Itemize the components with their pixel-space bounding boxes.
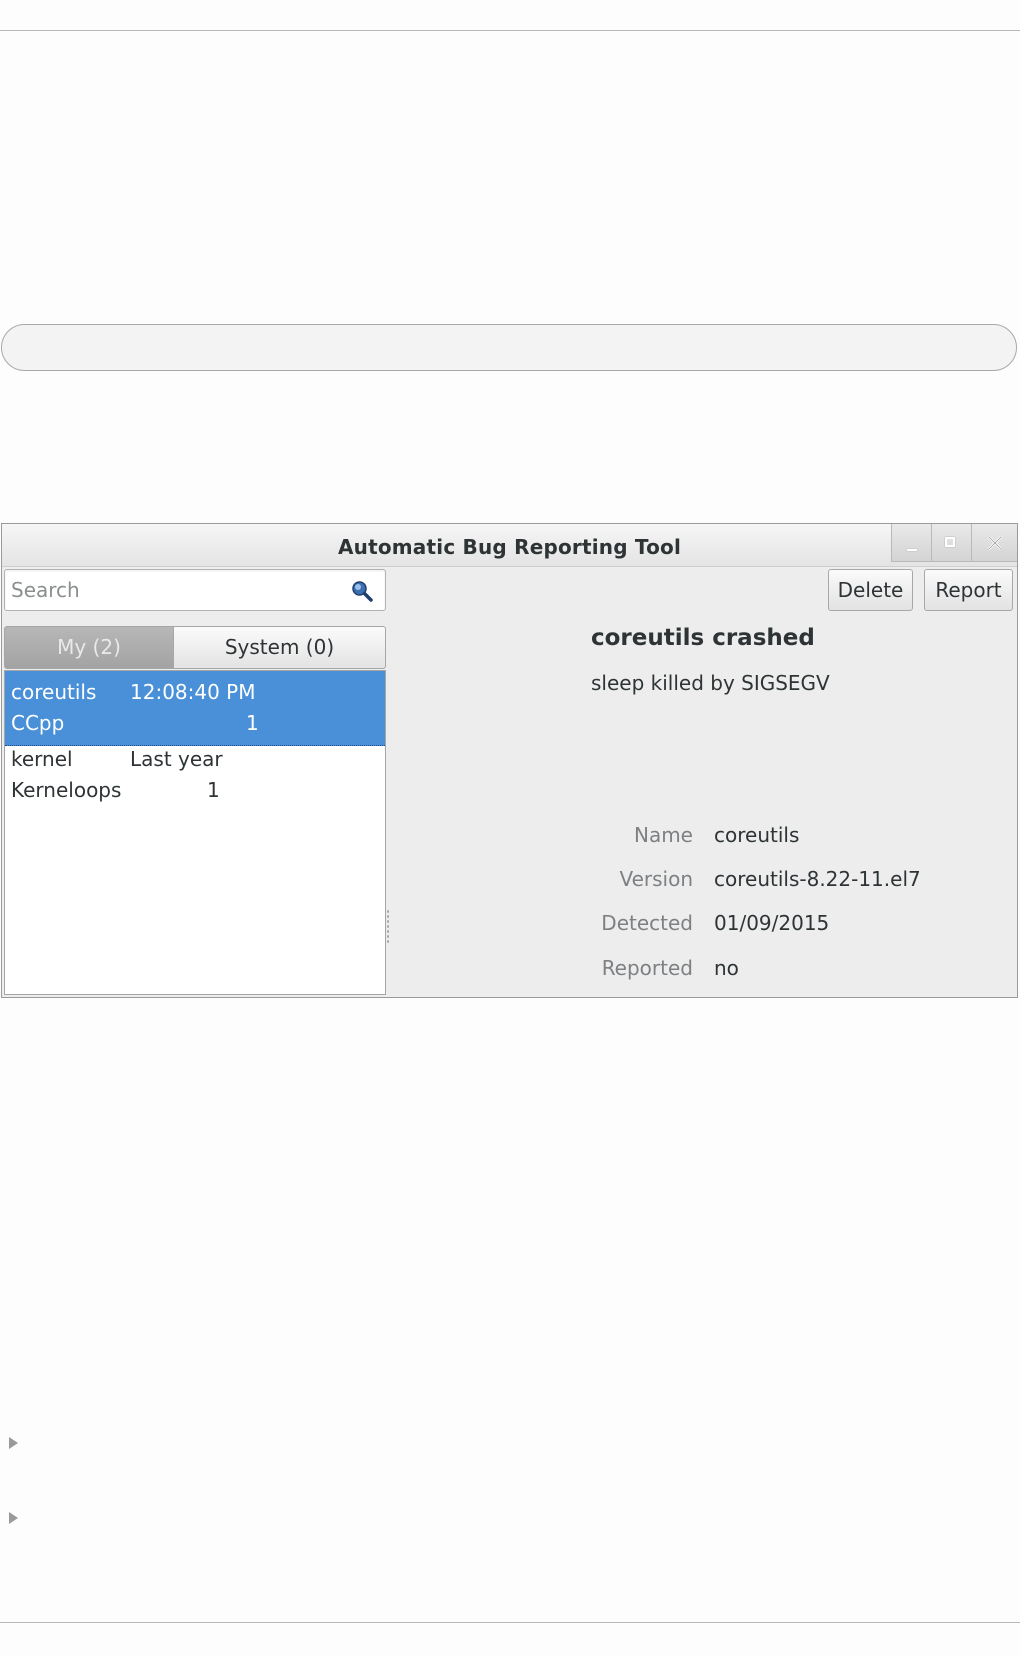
problem-type: CCpp — [11, 711, 65, 735]
maximize-button[interactable] — [931, 524, 971, 562]
problem-count: 1 — [246, 711, 259, 735]
close-icon — [988, 536, 1002, 550]
name-value: coreutils — [714, 823, 800, 847]
delete-button[interactable]: Delete — [828, 569, 913, 611]
maximize-icon — [945, 537, 955, 547]
problem-tabs: My (2) System (0) — [4, 626, 386, 669]
crash-reason: sleep killed by SIGSEGV — [591, 671, 830, 695]
name-label: Name — [633, 823, 693, 847]
bullet-arrow-icon — [9, 1437, 18, 1449]
crash-title: coreutils crashed — [591, 625, 815, 651]
search-field[interactable] — [4, 569, 386, 611]
page-top-rule — [0, 30, 1020, 31]
problem-list[interactable]: coreutils 12:08:40 PM CCpp 1 kernel Last… — [4, 670, 386, 995]
detected-label: Detected — [601, 911, 693, 935]
detected-value: 01/09/2015 — [714, 911, 830, 935]
version-value: coreutils-8.22-11.el7 — [714, 867, 921, 891]
bullet-arrow-icon — [9, 1512, 18, 1524]
problem-component: kernel — [11, 747, 73, 771]
minimize-button[interactable] — [891, 524, 931, 562]
tab-system[interactable]: System (0) — [173, 626, 386, 669]
titlebar[interactable]: Automatic Bug Reporting Tool — [2, 524, 1017, 567]
problem-count: 1 — [207, 778, 220, 802]
problem-component: coreutils — [11, 680, 97, 704]
list-item[interactable]: kernel Last year Kerneloops 1 — [5, 747, 385, 822]
abrt-window: Automatic Bug Reporting Tool My (2) Syst… — [1, 523, 1018, 998]
version-label: Version — [619, 867, 693, 891]
search-input[interactable] — [11, 576, 331, 604]
minimize-icon — [907, 549, 917, 551]
window-title: Automatic Bug Reporting Tool — [337, 535, 682, 559]
page-bottom-rule — [0, 1622, 1020, 1623]
tab-my[interactable]: My (2) — [4, 626, 174, 669]
search-icon[interactable] — [350, 579, 374, 603]
empty-rounded-box — [1, 324, 1017, 371]
reported-value: no — [714, 956, 739, 980]
close-button[interactable] — [971, 524, 1017, 562]
problem-time: 12:08:40 PM — [130, 680, 256, 704]
problem-time: Last year — [130, 747, 223, 771]
report-button[interactable]: Report — [924, 569, 1013, 611]
problem-type: Kerneloops — [11, 778, 122, 802]
reported-label: Reported — [601, 956, 693, 980]
list-item[interactable]: coreutils 12:08:40 PM CCpp 1 — [5, 671, 385, 746]
pane-resize-handle[interactable] — [386, 909, 390, 945]
